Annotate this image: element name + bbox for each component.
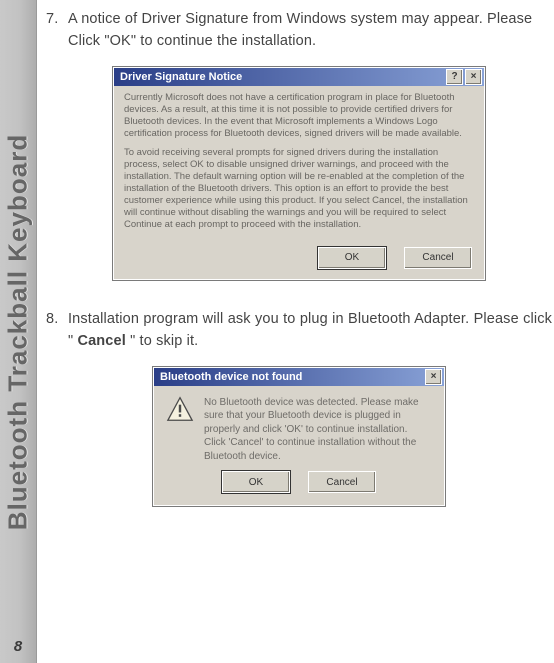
dialog1-para1: Currently Microsoft does not have a cert…: [124, 92, 474, 140]
dialog2-title: Bluetooth device not found: [160, 371, 302, 383]
page-number: 8: [0, 638, 36, 655]
dialog1-body: Currently Microsoft does not have a cert…: [114, 86, 484, 243]
step-7: 7. A notice of Driver Signature from Win…: [46, 8, 552, 53]
side-tab-title: Bluetooth Trackball Keyboard: [3, 133, 34, 529]
close-button[interactable]: ×: [465, 69, 482, 85]
dialog2-container: Bluetooth device not found × No Bluetoot…: [46, 367, 552, 507]
dialog2-message: No Bluetooth device was detected. Please…: [204, 396, 430, 464]
step-text-b: " to skip it.: [126, 333, 198, 349]
step-number: 8.: [46, 308, 64, 353]
step-text-bold: Cancel: [77, 333, 125, 349]
cancel-button[interactable]: Cancel: [308, 471, 376, 493]
bluetooth-not-found-dialog: Bluetooth device not found × No Bluetoot…: [153, 367, 445, 507]
dialog1-buttons: OK Cancel: [114, 243, 484, 279]
dialog1-container: Driver Signature Notice ? × Currently Mi…: [46, 67, 552, 280]
step-text: A notice of Driver Signature from Window…: [68, 8, 552, 53]
driver-signature-dialog: Driver Signature Notice ? × Currently Mi…: [113, 67, 485, 280]
dialog1-title-buttons: ? ×: [446, 69, 482, 85]
dialog2-buttons: OK Cancel: [154, 469, 444, 505]
cancel-button[interactable]: Cancel: [404, 247, 472, 269]
step-8: 8. Installation program will ask you to …: [46, 308, 552, 353]
dialog1-para2: To avoid receiving several prompts for s…: [124, 147, 474, 230]
dialog2-title-buttons: ×: [425, 369, 442, 385]
close-button[interactable]: ×: [425, 369, 442, 385]
ok-button[interactable]: OK: [222, 471, 290, 493]
dialog1-titlebar: Driver Signature Notice ? ×: [114, 68, 484, 86]
step-text: Installation program will ask you to plu…: [68, 308, 552, 353]
dialog2-body: No Bluetooth device was detected. Please…: [154, 386, 444, 470]
step-number: 7.: [46, 8, 64, 53]
dialog1-title: Driver Signature Notice: [120, 71, 242, 83]
dialog2-titlebar: Bluetooth device not found ×: [154, 368, 444, 386]
ok-button[interactable]: OK: [318, 247, 386, 269]
help-button[interactable]: ?: [446, 69, 463, 85]
page-content: 7. A notice of Driver Signature from Win…: [36, 0, 554, 663]
warning-icon: [166, 396, 194, 422]
side-tab: Bluetooth Trackball Keyboard 8: [0, 0, 37, 663]
